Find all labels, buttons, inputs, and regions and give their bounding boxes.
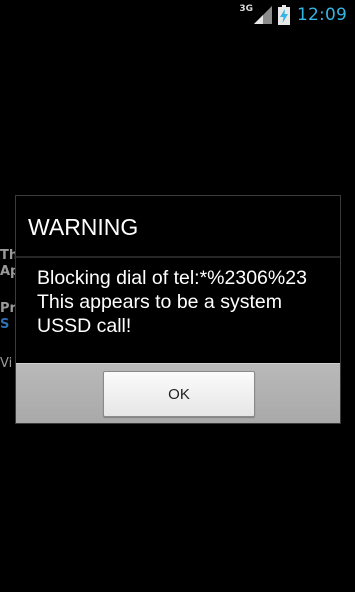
dialog-divider [16, 256, 340, 258]
ok-button[interactable]: OK [103, 371, 255, 417]
dialog-button-bar: OK [16, 363, 340, 423]
dialog-message-line: This appears to be a system [37, 291, 282, 313]
dialog-title: WARNING [28, 214, 139, 240]
phone-screen: 3G 12:09 Th Ap Pr S Vi WARNING Blocking … [0, 0, 355, 592]
warning-dialog: WARNING Blocking dial of tel:*%2306%23 T… [15, 195, 341, 424]
bg-link-line: S [0, 317, 10, 332]
dialog-message-line: Blocking dial of tel:*%2306%23 [37, 267, 307, 289]
bg-text-line: Pr [0, 301, 16, 316]
status-bar: 3G 12:09 [0, 0, 355, 29]
battery-charging-icon [278, 5, 290, 25]
network-type-label: 3G [239, 4, 253, 14]
dialog-message: Blocking dial of tel:*%2306%23 This appe… [37, 266, 337, 338]
signal-icon [254, 6, 272, 24]
bg-text-line: Vi [0, 356, 13, 371]
dialog-message-line: USSD call! [37, 315, 132, 337]
status-clock: 12:09 [297, 5, 347, 25]
status-icons: 3G 12:09 [239, 3, 347, 27]
